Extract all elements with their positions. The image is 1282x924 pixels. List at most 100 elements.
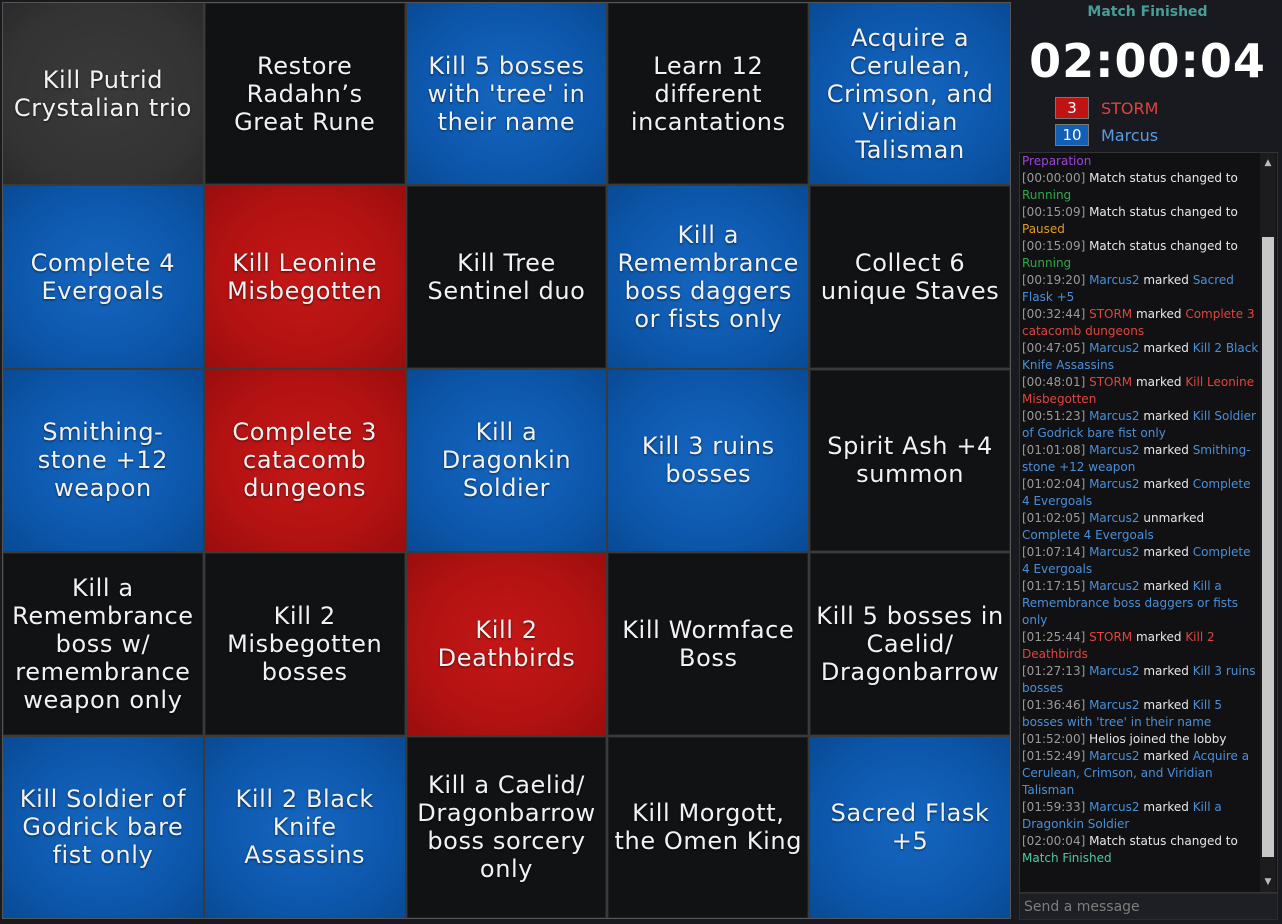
log-text: Match status changed to [1089, 171, 1238, 185]
board-cell[interactable]: Complete 3 catacomb dungeons [204, 369, 405, 552]
board-cell[interactable]: Kill a Remembrance boss w/ remembrance w… [3, 553, 203, 735]
log-timestamp: [01:01:08] [1022, 443, 1090, 457]
match-timer: 02:00:04 [1029, 34, 1266, 88]
board-cell[interactable]: Kill a Caelid/ Dragonbarrow boss sorcery… [406, 736, 607, 918]
board-cell[interactable]: Complete 4 Evergoals [3, 186, 203, 368]
log-timestamp: [01:52:49] [1022, 749, 1090, 763]
log-text: Marcus2 [1089, 698, 1140, 712]
log-timestamp: [00:47:05] [1022, 341, 1090, 355]
board-cell[interactable]: Kill a Dragonkin Soldier [406, 369, 607, 552]
log-entry: [00:47:05] Marcus2 marked Kill 2 Black K… [1022, 340, 1259, 374]
player-score: 10 [1055, 124, 1089, 146]
match-status: Match Finished [1087, 4, 1208, 20]
log-text: STORM [1089, 630, 1133, 644]
log-text: marked [1139, 800, 1193, 814]
board-cell[interactable]: Kill Tree Sentinel duo [406, 186, 607, 368]
log-timestamp: [01:36:46] [1022, 698, 1090, 712]
chat-input[interactable] [1019, 893, 1278, 920]
log-timestamp: [00:51:23] [1022, 409, 1090, 423]
board-cell[interactable]: Kill Putrid Crystalian trio [3, 3, 203, 185]
log-entry: [00:00:00] Match status changed to Runni… [1022, 170, 1259, 204]
player-name: Marcus [1101, 125, 1159, 145]
board-cell[interactable]: Kill 2 Misbegotten bosses [204, 553, 405, 735]
log-entry: [00:15:09] Match status changed to Runni… [1022, 238, 1259, 272]
side-panel: Match Finished 02:00:04 3 STORM 10 Marcu… [1013, 0, 1282, 924]
log-text: Marcus2 [1089, 749, 1140, 763]
board-cell[interactable]: Kill Soldier of Godrick bare fist only [3, 736, 203, 918]
log-text: Marcus2 [1089, 664, 1140, 678]
log-timestamp: [01:52:00] [1022, 732, 1090, 746]
log-text: Marcus2 [1089, 545, 1140, 559]
log-scrollbar[interactable]: ▲ ▼ [1260, 153, 1276, 892]
scroll-thumb[interactable] [1262, 237, 1274, 857]
log-text: marked [1139, 579, 1193, 593]
log-text: Match status changed to [1089, 205, 1238, 219]
log-text: marked [1139, 545, 1193, 559]
board-cell[interactable]: Kill 5 bosses with 'tree' in their name [406, 3, 607, 185]
log-timestamp: [00:15:09] [1022, 239, 1090, 253]
board-cell[interactable]: Kill 3 ruins bosses [608, 369, 809, 552]
log-entry: [01:59:33] Marcus2 marked Kill a Dragonk… [1022, 799, 1259, 833]
board-cell[interactable]: Restore Radahn’s Great Rune [204, 3, 405, 185]
log-entry: [02:00:04] Match status changed to Match… [1022, 833, 1259, 867]
log-timestamp: [01:27:13] [1022, 664, 1090, 678]
log-text: marked [1132, 375, 1186, 389]
log-entry: [01:01:08] Marcus2 marked Smithing-stone… [1022, 442, 1259, 476]
log-timestamp: [01:59:33] [1022, 800, 1090, 814]
board-cell[interactable]: Kill a Remembrance boss daggers or fists… [608, 186, 809, 368]
board-cell[interactable]: Kill 2 Deathbirds [406, 553, 607, 735]
log-timestamp: [00:32:44] [1022, 307, 1090, 321]
log-text: marked [1139, 273, 1193, 287]
log-text: Marcus2 [1089, 579, 1140, 593]
log-text: marked [1139, 664, 1193, 678]
log-timestamp: [00:00:00] [1022, 171, 1090, 185]
log-timestamp: [02:00:04] [1022, 834, 1090, 848]
log-text: unmarked [1139, 511, 1205, 525]
log-text: Match status changed to [1089, 239, 1238, 253]
board-cell[interactable]: Learn 12 different incantations [608, 3, 809, 185]
log-entry: [00:32:44] STORM marked Complete 3 catac… [1022, 306, 1259, 340]
player-marcus: 10 Marcus [1055, 123, 1158, 147]
scroll-down-arrow-icon[interactable]: ▼ [1260, 874, 1276, 890]
log-entry: [00:51:23] Marcus2 marked Kill Soldier o… [1022, 408, 1259, 442]
log-text: Marcus2 [1089, 341, 1140, 355]
log-entry: [01:02:04] Marcus2 marked Complete 4 Eve… [1022, 476, 1259, 510]
board-cell[interactable]: Kill 5 bosses in Caelid/ Dragonbarrow [810, 553, 1010, 735]
log-entry: [00:19:20] Marcus2 marked Sacred Flask +… [1022, 272, 1259, 306]
event-log: Preparation [00:00:00] Match status chang… [1019, 152, 1278, 893]
log-text: Marcus2 [1089, 443, 1140, 457]
player-name: STORM [1101, 98, 1159, 118]
log-text: Paused [1022, 222, 1065, 236]
log-entry: [01:17:15] Marcus2 marked Kill a Remembr… [1022, 578, 1259, 629]
log-text: STORM [1089, 307, 1133, 321]
log-text: Preparation [1022, 154, 1092, 168]
log-text: Marcus2 [1089, 477, 1140, 491]
scroll-up-arrow-icon[interactable]: ▲ [1260, 155, 1276, 171]
log-entry: [01:25:44] STORM marked Kill 2 Deathbird… [1022, 629, 1259, 663]
log-text: Match Finished [1022, 851, 1112, 865]
log-timestamp: [01:17:15] [1022, 579, 1090, 593]
log-text: Helios joined the lobby [1089, 732, 1227, 746]
board-cell[interactable]: Collect 6 unique Staves [810, 186, 1010, 368]
log-timestamp: [01:07:14] [1022, 545, 1090, 559]
log-text: marked [1132, 630, 1186, 644]
log-entry: Preparation [1022, 153, 1259, 170]
board-cell[interactable]: Kill Wormface Boss [608, 553, 809, 735]
board-cell[interactable]: Kill Morgott, the Omen King [608, 736, 809, 918]
log-entry: [01:27:13] Marcus2 marked Kill 3 ruins b… [1022, 663, 1259, 697]
log-text: Running [1022, 256, 1072, 270]
log-text: Marcus2 [1089, 800, 1140, 814]
log-entry: [01:02:05] Marcus2 unmarked Complete 4 E… [1022, 510, 1259, 544]
log-timestamp: [00:19:20] [1022, 273, 1090, 287]
log-text: Running [1022, 188, 1072, 202]
log-text: marked [1139, 477, 1193, 491]
board-cell[interactable]: Kill 2 Black Knife Assassins [204, 736, 405, 918]
board-cell[interactable]: Smithing-stone +12 weapon [3, 369, 203, 552]
log-text: Marcus2 [1089, 409, 1140, 423]
board-cell[interactable]: Kill Leonine Misbegotten [204, 186, 405, 368]
player-storm: 3 STORM [1055, 96, 1158, 120]
board-cell[interactable]: Acquire a Cerulean, Crimson, and Viridia… [810, 3, 1010, 185]
log-text: marked [1139, 409, 1193, 423]
board-cell[interactable]: Spirit Ash +4 summon [810, 369, 1010, 552]
board-cell[interactable]: Sacred Flask +5 [810, 736, 1010, 918]
